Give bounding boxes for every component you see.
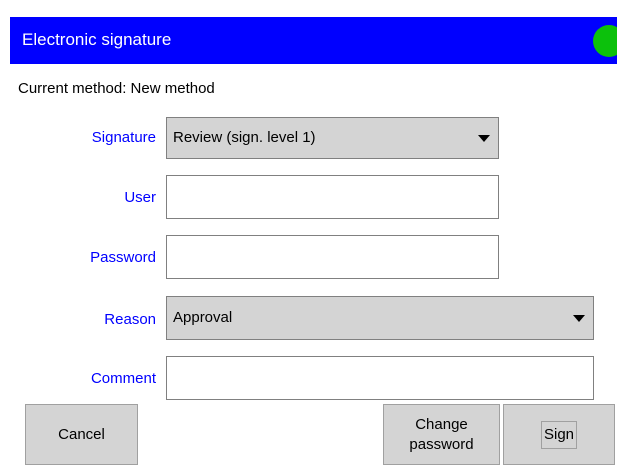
reason-select[interactable]: Approval <box>166 296 594 340</box>
sign-button-label: Sign <box>540 420 578 449</box>
change-password-button[interactable]: Change password <box>383 404 500 465</box>
user-input[interactable] <box>166 175 499 219</box>
reason-select-value: Approval <box>173 309 233 326</box>
password-label: Password <box>90 249 156 266</box>
signature-select[interactable]: Review (sign. level 1) <box>166 117 499 159</box>
password-input[interactable] <box>166 235 499 279</box>
status-indicator-icon <box>593 25 617 57</box>
user-label: User <box>124 189 156 206</box>
comment-input[interactable] <box>166 356 594 400</box>
change-password-label-line1: Change <box>415 415 468 433</box>
window-title: Electronic signature <box>22 30 172 49</box>
signature-label: Signature <box>91 129 156 146</box>
comment-label: Comment <box>90 370 156 387</box>
cancel-button[interactable]: Cancel <box>25 404 138 465</box>
cancel-button-label: Cancel <box>58 426 105 443</box>
title-bar: Electronic signature <box>10 17 617 64</box>
signature-select-value: Review (sign. level 1) <box>173 129 316 146</box>
change-password-label-line2: password <box>409 435 474 453</box>
reason-label: Reason <box>104 311 156 328</box>
chevron-down-icon <box>573 315 585 322</box>
sign-button[interactable]: Sign <box>503 404 615 465</box>
chevron-down-icon <box>478 135 490 142</box>
current-method-text: Current method: New method <box>18 80 215 97</box>
